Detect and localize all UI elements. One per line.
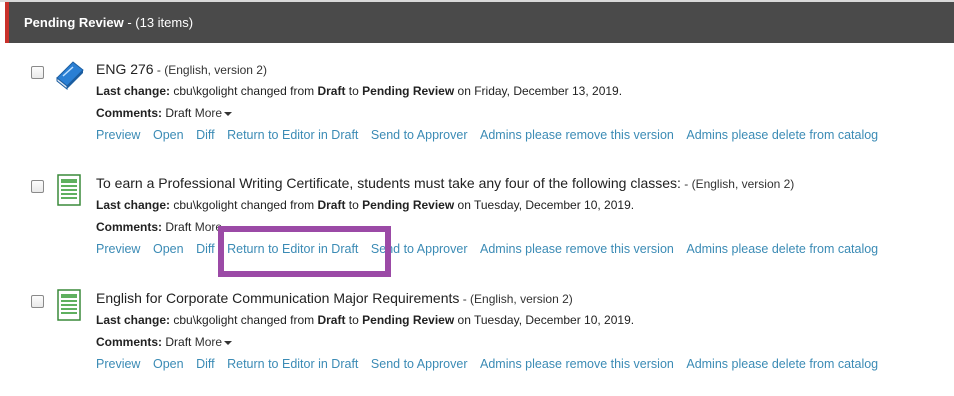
last-change-line: Last change: cbu\kgolight changed from D… — [96, 197, 954, 213]
from-state: Draft — [317, 84, 346, 98]
return-to-editor-link[interactable]: Return to Editor in Draft — [227, 242, 358, 256]
more-label: More — [194, 335, 223, 349]
document-icon — [53, 289, 85, 321]
caret-down-icon — [224, 111, 233, 116]
delete-from-catalog-link[interactable]: Admins please delete from catalog — [686, 128, 878, 142]
item-title-row: English for Corporate Communication Majo… — [96, 289, 954, 308]
changed-from-text: changed from — [237, 313, 318, 327]
change-date: Tuesday, December 10, 2019. — [474, 198, 635, 212]
to-state: Pending Review — [362, 198, 455, 212]
item-title[interactable]: To earn a Professional Writing Certifica… — [96, 175, 681, 191]
document-icon — [53, 174, 85, 206]
action-links: Preview Open Diff Return to Editor in Draft… — [96, 127, 954, 143]
caret-down-icon — [224, 340, 233, 345]
to-text: to — [345, 313, 363, 327]
item-checkbox[interactable] — [31, 66, 44, 79]
item-title[interactable]: English for Corporate Communication Majo… — [96, 290, 459, 306]
to-text: to — [345, 198, 363, 212]
last-change-label: Last change: — [96, 84, 171, 98]
return-to-editor-link[interactable]: Return to Editor in Draft — [227, 128, 358, 142]
change-user: cbu\kgolight — [173, 84, 238, 98]
item-count: - (13 items) — [123, 15, 194, 30]
to-state: Pending Review — [362, 313, 455, 327]
change-date: Friday, December 13, 2019. — [474, 84, 623, 98]
diff-link[interactable]: Diff — [196, 242, 215, 256]
comment-text: Draft — [165, 220, 192, 234]
preview-link[interactable]: Preview — [96, 242, 140, 256]
action-links: Preview Open Diff Return to Editor in Draft… — [96, 241, 954, 257]
on-text: on — [454, 84, 475, 98]
section-title: Pending Review — [24, 15, 124, 30]
item-checkbox[interactable] — [31, 180, 44, 193]
comments-label: Comments: — [96, 106, 163, 120]
item-checkbox[interactable] — [31, 295, 44, 308]
comments-label: Comments: — [96, 335, 163, 349]
last-change-label: Last change: — [96, 313, 171, 327]
comments-line: Comments: Draft More — [96, 334, 954, 350]
change-date: Tuesday, December 10, 2019. — [474, 313, 635, 327]
to-state: Pending Review — [362, 84, 455, 98]
diff-link[interactable]: Diff — [196, 357, 215, 371]
delete-from-catalog-link[interactable]: Admins please delete from catalog — [686, 242, 878, 256]
more-label: More — [194, 106, 223, 120]
more-label: More — [194, 220, 223, 234]
preview-link[interactable]: Preview — [96, 357, 140, 371]
item-title[interactable]: ENG 276 — [96, 61, 154, 77]
more-dropdown[interactable]: More — [194, 335, 233, 349]
action-links: Preview Open Diff Return to Editor in Draft… — [96, 356, 954, 372]
on-text: on — [454, 198, 474, 212]
on-text: on — [454, 313, 474, 327]
more-dropdown[interactable]: More — [194, 106, 233, 120]
changed-from-text: changed from — [237, 84, 318, 98]
comment-text: Draft — [165, 106, 192, 120]
comments-line: Comments: Draft More — [96, 105, 954, 121]
change-user: cbu\kgolight — [173, 198, 238, 212]
more-dropdown[interactable]: More — [194, 220, 233, 234]
diff-link[interactable]: Diff — [196, 128, 215, 142]
comment-text: Draft — [165, 335, 192, 349]
item-meta: - (English, version 2) — [153, 63, 267, 77]
send-to-approver-link[interactable]: Send to Approver — [371, 242, 468, 256]
changed-from-text: changed from — [237, 198, 318, 212]
delete-from-catalog-link[interactable]: Admins please delete from catalog — [686, 357, 878, 371]
send-to-approver-link[interactable]: Send to Approver — [371, 357, 468, 371]
open-link[interactable]: Open — [153, 357, 184, 371]
preview-link[interactable]: Preview — [96, 128, 140, 142]
send-to-approver-link[interactable]: Send to Approver — [371, 128, 468, 142]
caret-down-icon — [224, 225, 233, 230]
last-change-line: Last change: cbu\kgolight changed from D… — [96, 83, 954, 99]
item-meta: - (English, version 2) — [680, 177, 795, 191]
item-title-row: To earn a Professional Writing Certifica… — [96, 174, 954, 193]
item-title-row: ENG 276 - (English, version 2) — [96, 60, 954, 79]
book-icon — [53, 58, 85, 91]
return-to-editor-link[interactable]: Return to Editor in Draft — [227, 357, 358, 371]
last-change-label: Last change: — [96, 198, 171, 212]
change-user: cbu\kgolight — [173, 313, 238, 327]
from-state: Draft — [317, 313, 346, 327]
comments-label: Comments: — [96, 220, 163, 234]
from-state: Draft — [317, 198, 346, 212]
remove-version-link[interactable]: Admins please remove this version — [480, 357, 674, 371]
remove-version-link[interactable]: Admins please remove this version — [480, 128, 674, 142]
to-text: to — [345, 84, 363, 98]
item-meta: - (English, version 2) — [459, 292, 573, 306]
open-link[interactable]: Open — [153, 128, 184, 142]
remove-version-link[interactable]: Admins please remove this version — [480, 242, 674, 256]
open-link[interactable]: Open — [153, 242, 184, 256]
section-header: Pending Review - (13 items) — [5, 2, 954, 43]
last-change-line: Last change: cbu\kgolight changed from D… — [96, 312, 954, 328]
comments-line: Comments: Draft More — [96, 219, 954, 235]
